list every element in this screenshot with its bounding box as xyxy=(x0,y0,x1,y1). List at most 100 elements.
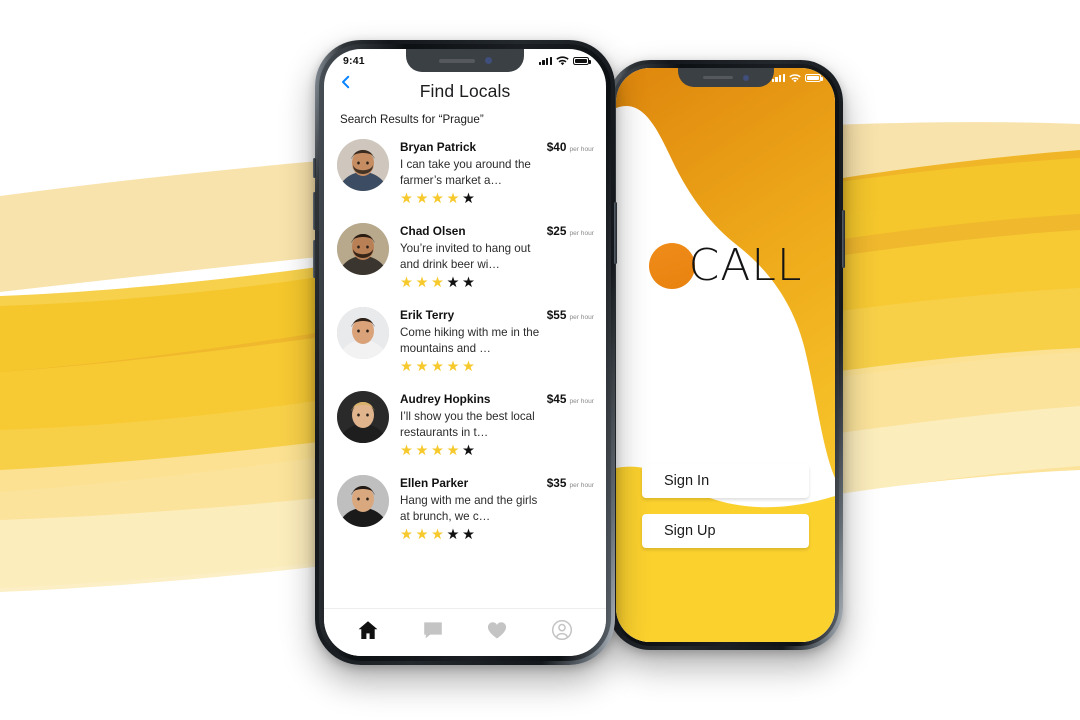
locals-list: Bryan Patrick $40 per hour I can take you a… xyxy=(324,126,606,550)
tab-profile[interactable] xyxy=(550,618,574,642)
listing-description: Come hiking with me in the mountains and… xyxy=(400,326,540,355)
star-filled-icon: ★ xyxy=(462,358,475,375)
rating-stars[interactable]: ★ ★ ★ ★ ★ xyxy=(400,444,594,459)
listing-body: Ellen Parker $35 per hour Hang with me and … xyxy=(400,475,594,542)
star-filled-icon: ★ xyxy=(446,190,460,207)
app-logo: CALL xyxy=(616,240,835,291)
listing-top-row: Chad Olsen $25 per hour xyxy=(400,224,594,238)
avatar xyxy=(337,139,389,191)
star-empty-icon: ★ xyxy=(462,274,475,291)
notch xyxy=(406,49,524,72)
avatar xyxy=(337,223,389,276)
earpiece-speaker xyxy=(702,75,733,80)
sign-up-button[interactable]: Sign Up xyxy=(642,514,809,548)
power-button[interactable] xyxy=(842,210,845,268)
notch xyxy=(677,68,774,87)
listing-price: $45 xyxy=(546,392,567,407)
listing-body: Audrey Hopkins $45 per hour I’ll show you t… xyxy=(400,391,594,458)
sign-in-button[interactable]: Sign In xyxy=(642,464,809,498)
listing-name: Chad Olsen xyxy=(400,224,466,239)
sign-up-label: Sign Up xyxy=(664,523,716,539)
list-item[interactable]: Bryan Patrick $40 per hour I can take you a… xyxy=(324,130,606,214)
power-button[interactable] xyxy=(614,202,617,264)
star-empty-icon: ★ xyxy=(446,274,460,291)
list-item[interactable]: Erik Terry $55 per hour Come hiking with me… xyxy=(324,298,606,382)
home-icon xyxy=(358,620,378,639)
wifi-icon xyxy=(789,73,801,82)
listing-description: You’re invited to hang out and drink bee… xyxy=(400,242,531,271)
bottom-tab-bar xyxy=(324,608,606,656)
volume-up-button[interactable] xyxy=(313,192,316,230)
tab-favorites[interactable] xyxy=(485,618,509,642)
star-filled-icon: ★ xyxy=(400,358,413,375)
search-results-subtitle: Search Results for “Prague” xyxy=(340,113,484,126)
star-filled-icon: ★ xyxy=(415,358,429,375)
avatar xyxy=(337,391,389,444)
earpiece-speaker xyxy=(438,58,475,63)
listing-price-group: $35 per hour xyxy=(547,476,594,490)
status-indicators xyxy=(771,73,823,83)
tab-messages[interactable] xyxy=(421,618,445,642)
auth-buttons: Sign In Sign Up xyxy=(642,464,809,564)
avatar xyxy=(337,475,389,528)
star-filled-icon: ★ xyxy=(431,358,444,375)
wifi-icon xyxy=(556,56,569,66)
listing-price: $25 xyxy=(546,224,567,239)
back-phone-device: CALL Sign In Sign Up xyxy=(606,60,845,650)
star-filled-icon: ★ xyxy=(400,526,413,543)
listing-body: Erik Terry $55 per hour Come hiking with me… xyxy=(400,307,594,374)
splash-screen: CALL Sign In Sign Up xyxy=(616,68,835,642)
listing-description: I’ll show you the best local restaurants… xyxy=(400,410,535,439)
front-phone-screen: 9:41 Find Locals Search Results for “Pra… xyxy=(324,49,606,656)
listing-price-group: $45 per hour xyxy=(547,392,594,406)
star-filled-icon: ★ xyxy=(431,442,444,459)
list-item[interactable]: Chad Olsen $25 per hour You’re invited to h… xyxy=(324,214,606,298)
rating-stars[interactable]: ★ ★ ★ ★ ★ xyxy=(400,360,594,375)
listing-rate-unit: per hour xyxy=(569,230,594,238)
chevron-left-icon[interactable] xyxy=(337,73,355,91)
front-camera-icon xyxy=(484,57,492,64)
star-filled-icon: ★ xyxy=(431,190,444,207)
listing-rate-unit: per hour xyxy=(569,482,594,490)
volume-down-button[interactable] xyxy=(313,240,316,278)
star-filled-icon: ★ xyxy=(400,190,413,207)
back-phone-screen: CALL Sign In Sign Up xyxy=(616,68,835,642)
front-camera-icon xyxy=(742,74,749,81)
listing-top-row: Audrey Hopkins $45 per hour xyxy=(400,392,594,406)
list-item[interactable]: Ellen Parker $35 per hour Hang with me and … xyxy=(324,466,606,550)
rating-stars[interactable]: ★ ★ ★ ★ ★ xyxy=(400,276,594,291)
front-phone-device: 9:41 Find Locals Search Results for “Pra… xyxy=(313,40,617,665)
listing-top-row: Erik Terry $55 per hour xyxy=(400,308,594,322)
listing-description: I can take you around the farmer’s marke… xyxy=(400,158,531,187)
listing-description: Hang with me and the girls at brunch, we… xyxy=(400,494,538,523)
battery-icon xyxy=(573,57,591,65)
page-title: Find Locals xyxy=(419,81,511,101)
star-filled-icon: ★ xyxy=(400,274,413,291)
star-filled-icon: ★ xyxy=(415,190,429,207)
listing-name: Audrey Hopkins xyxy=(400,392,491,407)
listing-rate-unit: per hour xyxy=(569,146,594,153)
listing-rate-unit: per hour xyxy=(569,398,594,406)
battery-icon xyxy=(805,74,823,82)
signal-bars-icon xyxy=(538,56,552,66)
star-filled-icon: ★ xyxy=(431,274,444,291)
star-filled-icon: ★ xyxy=(431,526,444,543)
rating-stars[interactable]: ★ ★ ★ ★ ★ xyxy=(400,528,594,543)
logo-text: CALL xyxy=(688,240,803,291)
tab-home[interactable] xyxy=(356,618,380,642)
listing-price: $55 xyxy=(546,308,567,323)
rating-stars[interactable]: ★ ★ ★ ★ ★ xyxy=(400,192,594,207)
profile-icon xyxy=(551,619,572,640)
listing-price: $35 xyxy=(546,476,567,491)
sign-in-label: Sign In xyxy=(664,473,710,489)
list-item[interactable]: Audrey Hopkins $45 per hour I’ll show you t… xyxy=(324,382,606,466)
listing-name: Bryan Patrick xyxy=(400,140,477,154)
listing-body: Chad Olsen $25 per hour You’re invited to h… xyxy=(400,223,594,290)
star-filled-icon: ★ xyxy=(415,442,429,459)
listing-body: Bryan Patrick $40 per hour I can take you a… xyxy=(400,139,594,206)
avatar xyxy=(337,307,389,360)
mute-switch[interactable] xyxy=(313,158,316,178)
signal-bars-icon xyxy=(771,73,785,83)
status-time: 9:41 xyxy=(343,55,365,67)
listing-name: Erik Terry xyxy=(400,308,455,323)
